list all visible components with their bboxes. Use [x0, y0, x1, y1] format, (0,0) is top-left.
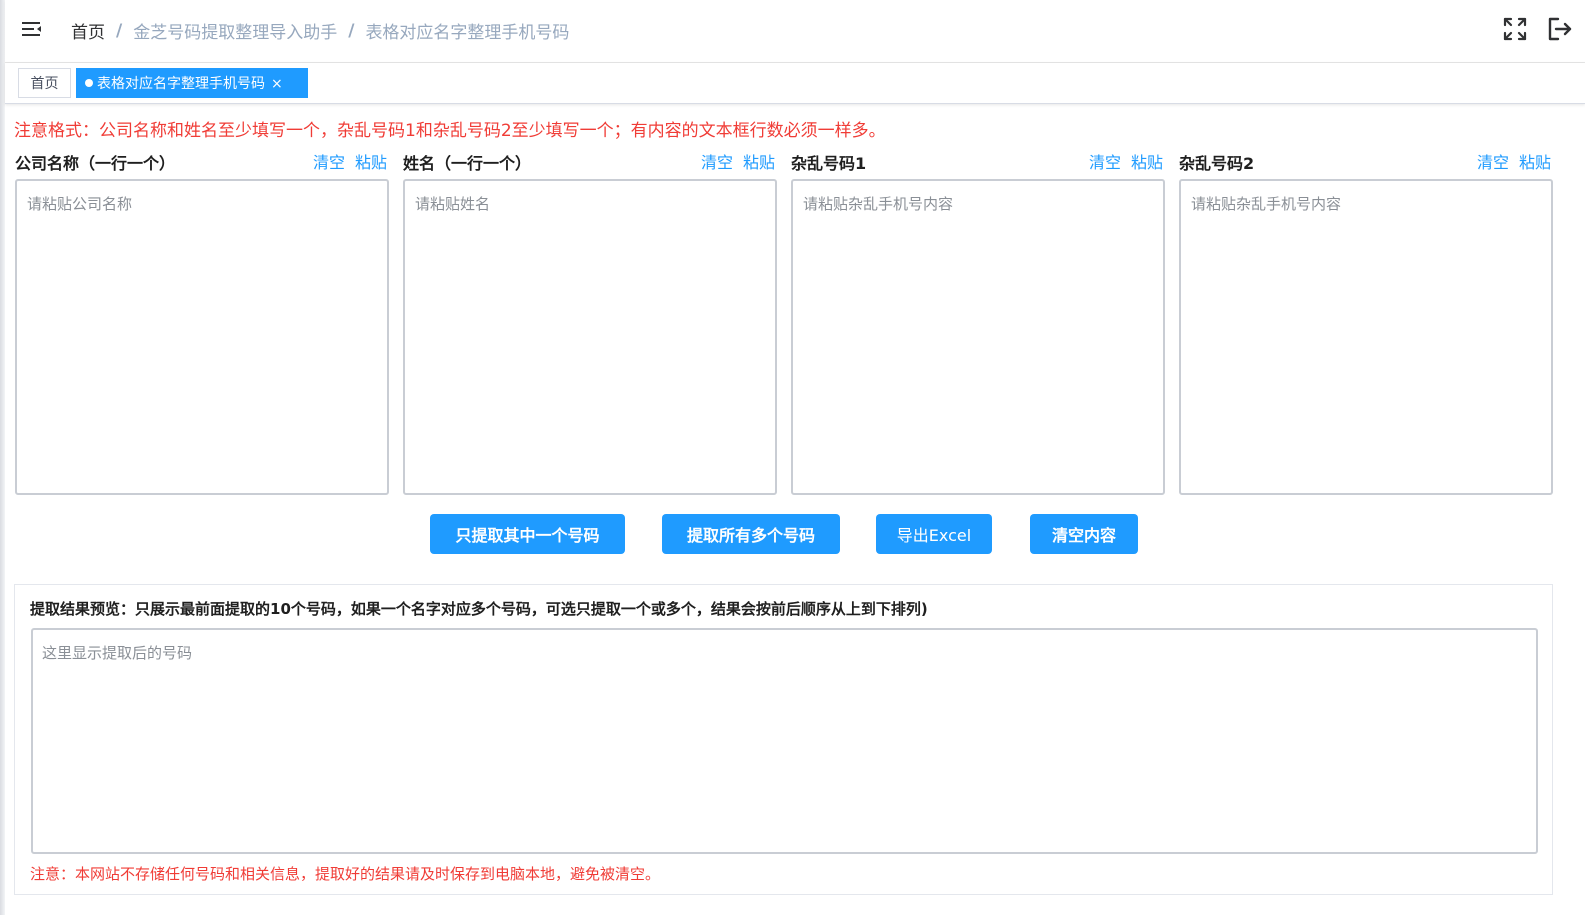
- column-actions: 清空 粘贴: [1467, 149, 1551, 173]
- paste-link[interactable]: 粘贴: [355, 153, 387, 172]
- top-navbar: 首页 / 金芝号码提取整理导入助手 / 表格对应名字整理手机号码: [5, 0, 1585, 63]
- column-name: 姓名（一行一个） 清空 粘贴: [403, 148, 777, 495]
- paste-link[interactable]: 粘贴: [743, 153, 775, 172]
- menu-fold-icon[interactable]: [22, 19, 42, 39]
- column-title: 杂乱号码2: [1179, 154, 1255, 173]
- logout-icon[interactable]: [1547, 16, 1573, 42]
- paste-link[interactable]: 粘贴: [1131, 153, 1163, 172]
- breadcrumb-current: 表格对应名字整理手机号码: [365, 23, 570, 43]
- clear-link[interactable]: 清空: [701, 153, 733, 172]
- tag-home[interactable]: 首页: [18, 68, 71, 98]
- tags-view-bar: 首页 表格对应名字整理手机号码 ×: [5, 63, 1585, 104]
- column-title: 公司名称（一行一个）: [15, 154, 176, 173]
- tag-active-label: 表格对应名字整理手机号码: [97, 76, 265, 92]
- clear-link[interactable]: 清空: [313, 153, 345, 172]
- breadcrumb-level1[interactable]: 金芝号码提取整理导入助手: [133, 18, 337, 43]
- company-name-input[interactable]: [15, 179, 389, 495]
- column-header: 姓名（一行一个） 清空 粘贴: [403, 148, 777, 174]
- column-phones-1: 杂乱号码1 清空 粘贴: [791, 148, 1165, 495]
- column-company: 公司名称（一行一个） 清空 粘贴: [15, 148, 389, 495]
- fullscreen-icon[interactable]: [1503, 17, 1527, 41]
- clear-content-button[interactable]: 清空内容: [1030, 514, 1138, 554]
- export-excel-button[interactable]: 导出Excel: [876, 514, 992, 554]
- tag-active-page[interactable]: 表格对应名字整理手机号码 ×: [76, 68, 308, 98]
- column-actions: 清空 粘贴: [303, 149, 387, 173]
- result-title: 提取结果预览：只展示最前面提取的10个号码，如果一个名字对应多个号码，可选只提取…: [30, 600, 928, 618]
- messy-phones-2-input[interactable]: [1179, 179, 1553, 495]
- column-phones-2: 杂乱号码2 清空 粘贴: [1179, 148, 1553, 495]
- breadcrumb-home[interactable]: 首页: [71, 18, 105, 43]
- close-icon[interactable]: ×: [271, 69, 283, 99]
- clear-link[interactable]: 清空: [1089, 153, 1121, 172]
- breadcrumb: 首页 / 金芝号码提取整理导入助手 / 表格对应名字整理手机号码: [71, 18, 570, 44]
- breadcrumb-separator: /: [116, 20, 123, 41]
- breadcrumb-separator: /: [348, 20, 355, 41]
- extract-all-button[interactable]: 提取所有多个号码: [662, 514, 840, 554]
- column-actions: 清空 粘贴: [1079, 149, 1163, 173]
- column-header: 杂乱号码2 清空 粘贴: [1179, 148, 1553, 174]
- extract-one-button[interactable]: 只提取其中一个号码: [430, 514, 625, 554]
- clear-link[interactable]: 清空: [1477, 153, 1509, 172]
- column-header: 公司名称（一行一个） 清空 粘贴: [15, 148, 389, 174]
- format-notice: 注意格式：公司名称和姓名至少填写一个，杂乱号码1和杂乱号码2至少填写一个；有内容…: [14, 121, 886, 141]
- left-edge-strip: [0, 0, 5, 915]
- column-header: 杂乱号码1 清空 粘贴: [791, 148, 1165, 174]
- messy-phones-1-input[interactable]: [791, 179, 1165, 495]
- tag-home-label: 首页: [30, 76, 59, 92]
- column-title: 姓名（一行一个）: [403, 154, 532, 173]
- column-actions: 清空 粘贴: [691, 149, 775, 173]
- privacy-note: 注意：本网站不存储任何号码和相关信息，提取好的结果请及时保存到电脑本地，避免被清…: [30, 865, 661, 883]
- result-output[interactable]: [31, 628, 1538, 854]
- active-dot-icon: [85, 79, 93, 87]
- paste-link[interactable]: 粘贴: [1519, 153, 1551, 172]
- person-name-input[interactable]: [403, 179, 777, 495]
- result-panel: 提取结果预览：只展示最前面提取的10个号码，如果一个名字对应多个号码，可选只提取…: [14, 584, 1553, 895]
- column-title: 杂乱号码1: [791, 154, 867, 173]
